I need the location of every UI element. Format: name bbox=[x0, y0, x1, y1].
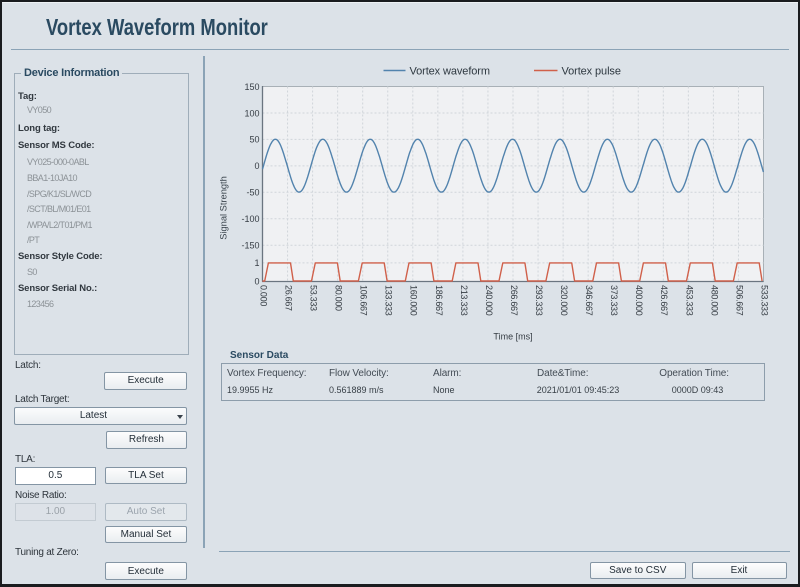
svg-text:186.667: 186.667 bbox=[434, 285, 444, 316]
svg-text:426.667: 426.667 bbox=[659, 285, 669, 316]
svg-text:533.333: 533.333 bbox=[759, 285, 769, 316]
svg-text:453.333: 453.333 bbox=[684, 285, 694, 316]
svg-text:506.667: 506.667 bbox=[734, 285, 744, 316]
svg-text:480.000: 480.000 bbox=[709, 285, 719, 316]
svg-text:Signal Strength: Signal Strength bbox=[219, 176, 229, 240]
svg-text:160.000: 160.000 bbox=[409, 285, 419, 316]
svg-text:0.000: 0.000 bbox=[258, 285, 268, 306]
svg-text:213.333: 213.333 bbox=[459, 285, 469, 316]
svg-text:Vortex waveform: Vortex waveform bbox=[410, 65, 490, 77]
svg-text:133.333: 133.333 bbox=[384, 285, 394, 316]
svg-text:293.333: 293.333 bbox=[534, 285, 544, 316]
svg-text:346.667: 346.667 bbox=[584, 285, 594, 316]
svg-text:1: 1 bbox=[254, 258, 259, 268]
svg-text:320.000: 320.000 bbox=[559, 285, 569, 316]
svg-text:53.333: 53.333 bbox=[309, 285, 319, 311]
svg-text:400.000: 400.000 bbox=[634, 285, 644, 316]
svg-text:50: 50 bbox=[249, 135, 259, 145]
svg-text:-50: -50 bbox=[246, 188, 259, 198]
svg-text:Time [ms]: Time [ms] bbox=[493, 332, 532, 342]
svg-text:0: 0 bbox=[254, 161, 259, 171]
svg-text:266.667: 266.667 bbox=[509, 285, 519, 316]
svg-text:106.667: 106.667 bbox=[359, 285, 369, 316]
svg-text:Vortex pulse: Vortex pulse bbox=[562, 65, 621, 77]
svg-text:-100: -100 bbox=[241, 214, 259, 224]
svg-text:373.333: 373.333 bbox=[609, 285, 619, 316]
svg-text:26.667: 26.667 bbox=[283, 285, 293, 311]
svg-text:100: 100 bbox=[244, 108, 259, 118]
svg-text:240.000: 240.000 bbox=[484, 285, 494, 316]
svg-text:-150: -150 bbox=[241, 241, 259, 251]
svg-text:150: 150 bbox=[244, 82, 259, 92]
svg-text:80.000: 80.000 bbox=[334, 285, 344, 311]
